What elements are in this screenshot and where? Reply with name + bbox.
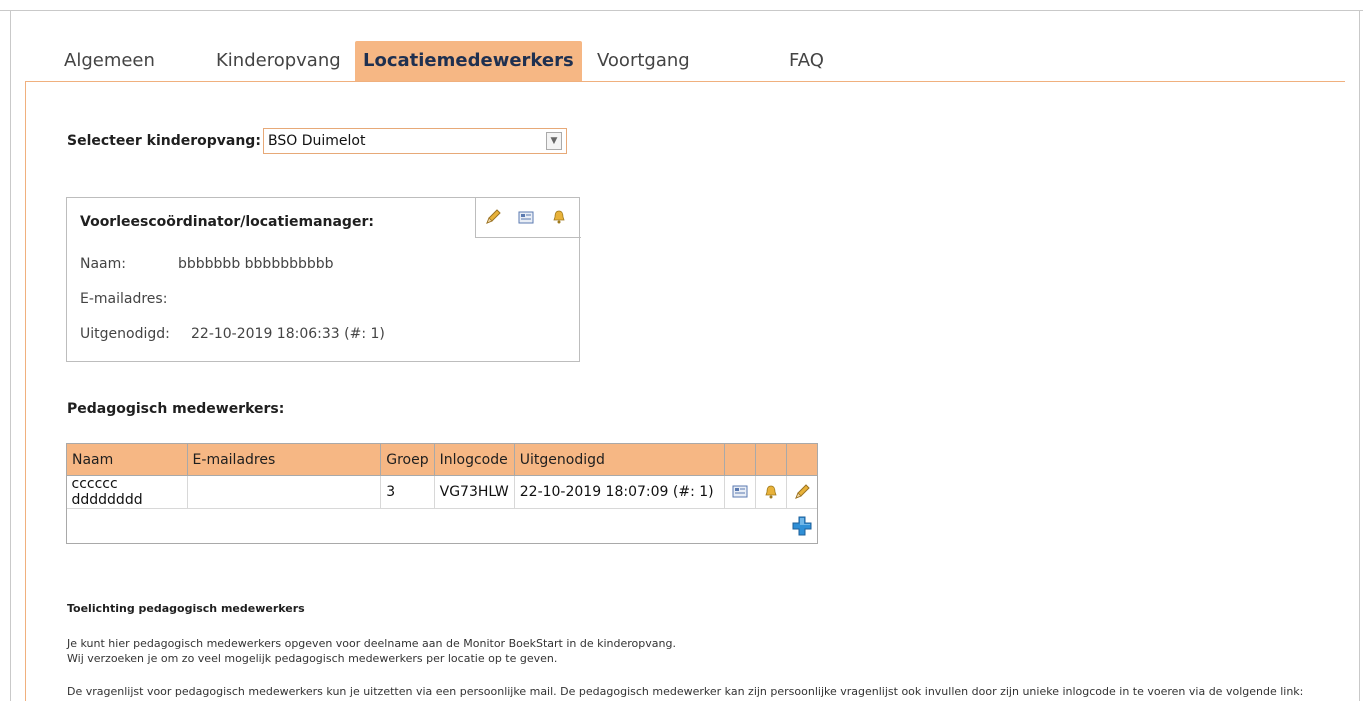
panel-left-border [25,81,26,701]
select-kinderopvang-label: Selecteer kinderopvang: [67,133,261,149]
email-label: E-mailadres: [80,291,168,307]
col-mail [724,443,757,476]
explanation-line-3: De vragenlijst voor pedagogisch medewerk… [67,685,1304,698]
table-row: cccccc dddddddd 3 VG73HLW 22-10-2019 18:… [66,475,818,509]
col-bell [755,443,788,476]
tab-algemeen[interactable]: Algemeen [64,41,155,81]
col-edit [786,443,818,476]
window-top-border [0,0,1363,11]
pencil-icon[interactable] [793,483,811,501]
tab-underline [25,81,1345,82]
explanation-line-2: Wij verzoeken je om zo veel mogelijk ped… [67,652,558,665]
table-header-row: Naam E-mailadres Groep Inlogcode Uitgeno… [66,443,818,476]
employees-heading: Pedagogisch medewerkers: [67,401,285,417]
pencil-icon[interactable] [484,208,502,226]
add-row [67,509,818,543]
cell-groep: 3 [380,475,435,509]
name-value: bbbbbbb bbbbbbbbbb [178,256,334,272]
cell-inlogcode: VG73HLW [434,475,515,509]
add-cell [787,509,818,543]
bell-icon[interactable] [764,485,778,499]
col-naam: Naam [66,443,188,476]
tab-kinderopvang[interactable]: Kinderopvang [216,41,341,81]
coordinator-name-row: Naam: bbbbbbb bbbbbbbbbb [80,256,334,272]
plus-icon[interactable] [792,516,812,536]
cell-email [187,475,382,509]
name-label: Naam: [80,256,126,272]
tab-faq[interactable]: FAQ [789,41,824,81]
mail-icon[interactable] [732,485,748,499]
tab-bar: Algemeen Kinderopvang Locatiemedewerkers… [25,41,1345,81]
coordinator-card: Voorleescoördinator/locatiemanager: Naam… [66,197,581,362]
col-inlogcode: Inlogcode [433,443,515,476]
row-edit-cell [786,475,818,509]
cell-naam: cccccc dddddddd [66,475,188,509]
coordinator-title: Voorleescoördinator/locatiemanager: [80,214,374,230]
tab-voortgang[interactable]: Voortgang [597,41,690,81]
window-left-border [10,11,11,701]
bell-icon[interactable] [552,210,566,224]
coordinator-email-row: E-mailadres: [80,291,178,307]
invited-value: 22-10-2019 18:06:33 (#: 1) [191,326,385,342]
col-emailadres: E-mailadres [186,443,382,476]
col-uitgenodigd: Uitgenodigd [513,443,726,476]
mail-icon[interactable] [518,211,534,225]
explanation-line-1: Je kunt hier pedagogisch medewerkers opg… [67,637,676,650]
row-bell-cell [755,475,788,509]
col-groep: Groep [380,443,435,476]
coordinator-actions [475,198,581,238]
kinderopvang-select-value: BSO Duimelot [268,133,366,149]
coordinator-invited-row: Uitgenodigd: 22-10-2019 18:06:33 (#: 1) [80,326,385,342]
add-row-spacer [67,509,787,543]
chevron-down-icon[interactable]: ▼ [546,132,562,150]
tab-locatiemedewerkers[interactable]: Locatiemedewerkers [355,41,582,81]
window-right-border [1359,11,1360,701]
kinderopvang-select[interactable]: BSO Duimelot ▼ [263,128,567,154]
cell-uitgenodigd: 22-10-2019 18:07:09 (#: 1) [514,475,726,509]
explanation-title: Toelichting pedagogisch medewerkers [67,602,305,615]
employees-table: Naam E-mailadres Groep Inlogcode Uitgeno… [66,443,818,543]
invited-label: Uitgenodigd: [80,326,170,342]
row-mail-cell [724,475,757,509]
